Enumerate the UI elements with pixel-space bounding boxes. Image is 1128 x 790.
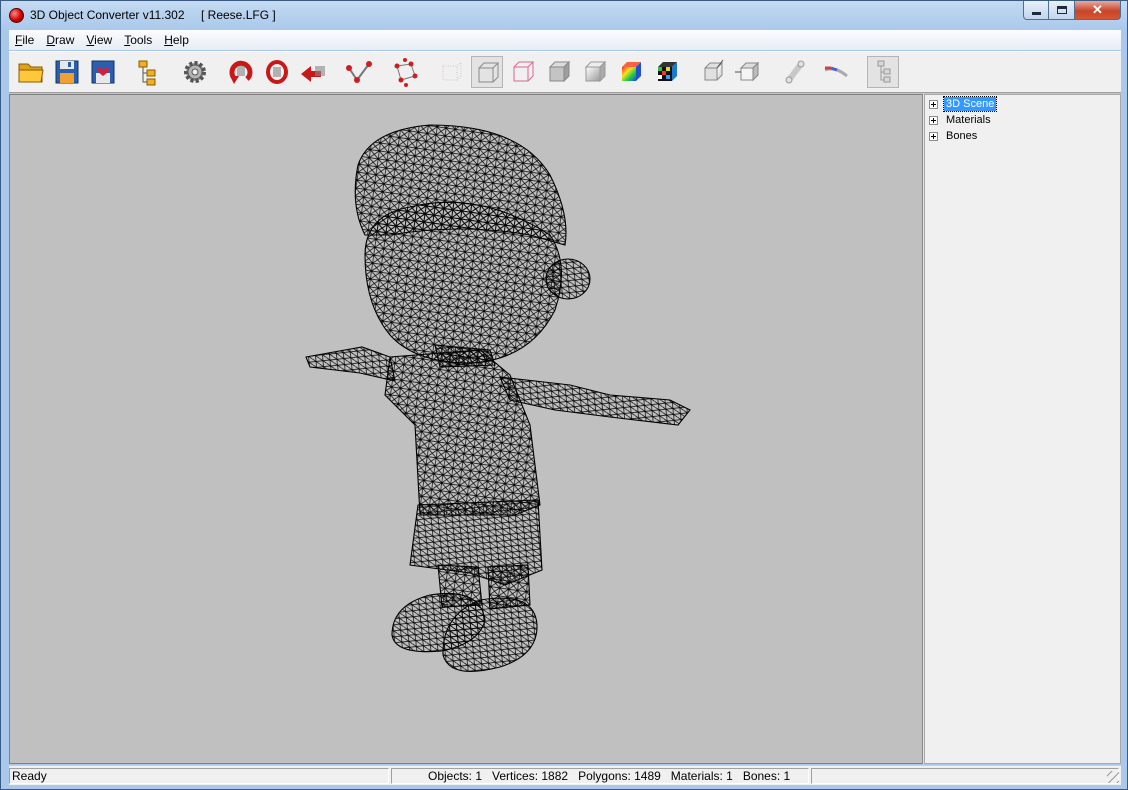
- scene-tree-icon[interactable]: [867, 56, 899, 88]
- tree-label[interactable]: Materials: [944, 113, 993, 127]
- rotate-icon[interactable]: [225, 56, 257, 88]
- window-title: 3D Object Converter v11.302: [30, 8, 185, 22]
- normals-icon[interactable]: [697, 56, 729, 88]
- app-logo-icon[interactable]: [9, 8, 24, 23]
- status-ready: Ready: [9, 768, 389, 784]
- settings-gear-icon[interactable]: [179, 56, 211, 88]
- torso: [384, 349, 541, 516]
- menu-help[interactable]: Help: [158, 30, 195, 50]
- window-file-name: [ Reese.LFG ]: [201, 8, 276, 22]
- maximize-button[interactable]: [1049, 1, 1075, 20]
- orbit-icon[interactable]: [261, 56, 293, 88]
- maximize-icon: [1056, 6, 1067, 14]
- textured-view-icon[interactable]: [651, 56, 683, 88]
- wireframe-color-view-icon[interactable]: [507, 56, 539, 88]
- status-extra: [811, 768, 1119, 784]
- save-favorite-icon[interactable]: [87, 56, 119, 88]
- vertex-edit-icon[interactable]: [343, 56, 375, 88]
- menu-file[interactable]: File: [9, 30, 40, 50]
- expand-icon[interactable]: [929, 115, 938, 125]
- menu-view[interactable]: View: [80, 30, 118, 50]
- tree-node-3d-scene[interactable]: 3D Scene: [929, 96, 998, 112]
- bones-icon[interactable]: [779, 56, 811, 88]
- status-stats: Objects: 1 Vertices: 1882 Polygons: 1489…: [391, 768, 809, 784]
- save-icon[interactable]: [51, 56, 83, 88]
- flat-shaded-view-icon[interactable]: [543, 56, 575, 88]
- menu-tools[interactable]: Tools: [118, 30, 158, 50]
- tree-node-bones[interactable]: Bones: [929, 128, 979, 144]
- app-window: 3D Object Converter v11.302 [ Reese.LFG …: [0, 0, 1128, 790]
- resize-grip-icon[interactable]: [1107, 771, 1119, 783]
- hierarchy-icon[interactable]: [133, 56, 165, 88]
- move-icon[interactable]: [297, 56, 329, 88]
- minimize-button[interactable]: [1023, 1, 1049, 20]
- 3d-viewport[interactable]: [9, 94, 922, 764]
- wireframe-view-icon[interactable]: [471, 56, 503, 88]
- menu-bar: File Draw View Tools Help: [9, 30, 1121, 50]
- expand-icon[interactable]: [929, 131, 938, 141]
- status-bar: Ready Objects: 1 Vertices: 1882 Polygons…: [9, 765, 1121, 785]
- points-view-icon[interactable]: [435, 56, 467, 88]
- scene-tree-panel: 3D Scene Materials Bones: [924, 94, 1121, 764]
- right-arm: [499, 376, 691, 426]
- tree-node-materials[interactable]: Materials: [929, 112, 993, 128]
- texture-coordinates-icon[interactable]: [821, 56, 853, 88]
- minimize-icon: [1031, 11, 1041, 15]
- cap: [354, 124, 567, 246]
- left-arm: [305, 346, 396, 382]
- tree-label[interactable]: 3D Scene: [942, 96, 998, 112]
- tree-label[interactable]: Bones: [944, 129, 979, 143]
- window-controls: ✕: [1023, 1, 1121, 21]
- smooth-shaded-view-icon[interactable]: [579, 56, 611, 88]
- bounding-box-icon[interactable]: [389, 56, 421, 88]
- expand-icon[interactable]: [929, 99, 938, 109]
- open-folder-icon[interactable]: [15, 56, 47, 88]
- color-shaded-view-icon[interactable]: [615, 56, 647, 88]
- close-button[interactable]: ✕: [1075, 1, 1121, 20]
- backface-icon[interactable]: [733, 56, 765, 88]
- title-bar[interactable]: 3D Object Converter v11.302 [ Reese.LFG …: [1, 1, 1127, 29]
- ear: [545, 258, 591, 300]
- menu-draw[interactable]: Draw: [40, 30, 80, 50]
- wireframe-model: [305, 124, 691, 672]
- toolbar: [9, 51, 1121, 93]
- close-icon: ✕: [1092, 2, 1103, 17]
